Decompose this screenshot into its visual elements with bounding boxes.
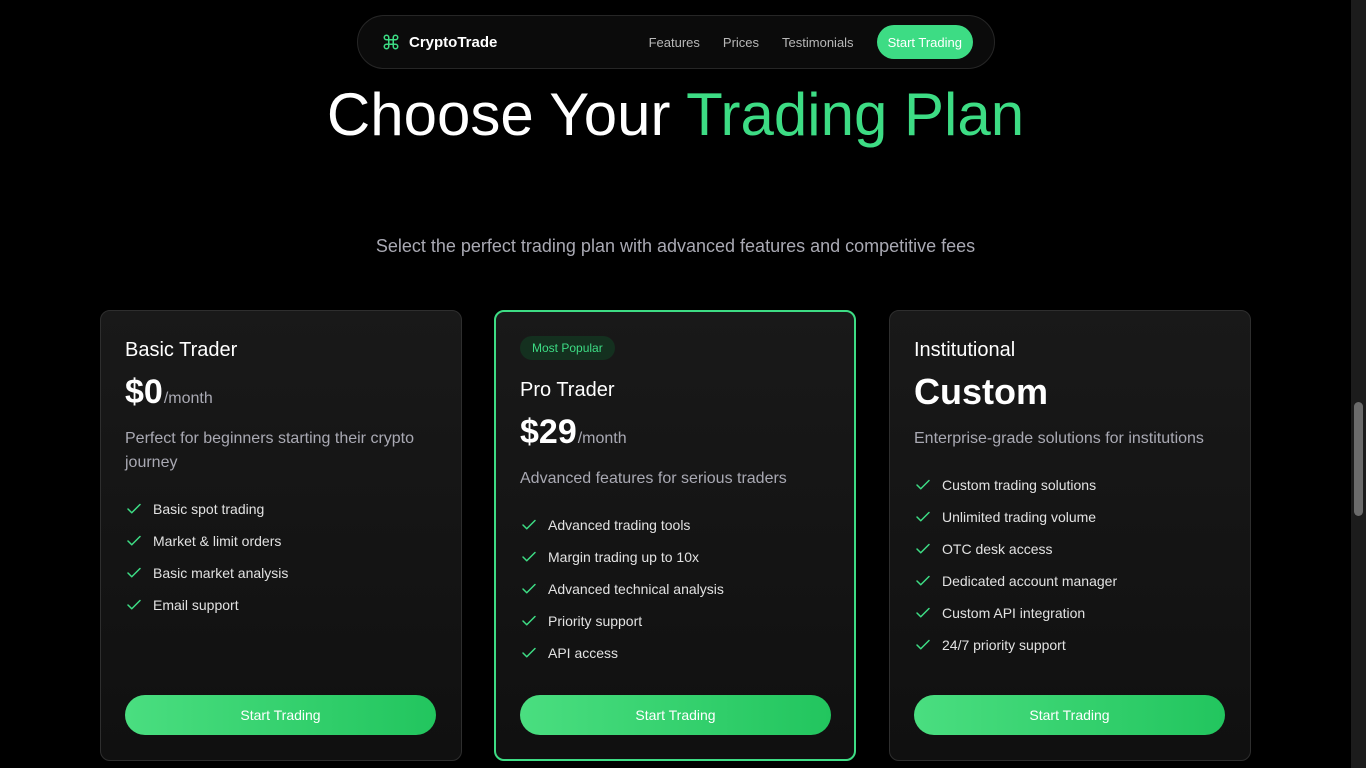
check-icon	[914, 540, 932, 558]
check-icon	[914, 476, 932, 494]
feature-text: Advanced trading tools	[548, 517, 691, 533]
check-icon	[914, 636, 932, 654]
check-icon	[125, 564, 143, 582]
check-icon	[520, 644, 538, 662]
price-row: $29 /month	[520, 413, 627, 452]
plan-price: $29	[520, 413, 577, 451]
check-icon	[520, 580, 538, 598]
check-icon	[125, 596, 143, 614]
feature-text: API access	[548, 645, 619, 661]
page-title: Choose Your Trading Plan	[0, 84, 1351, 146]
brand[interactable]: CryptoTrade	[381, 32, 497, 52]
nav-link-features[interactable]: Features	[649, 35, 700, 50]
feature-item: Priority support	[520, 605, 724, 637]
feature-item: Advanced technical analysis	[520, 573, 724, 605]
feature-text: Priority support	[548, 613, 643, 629]
nav-link-testimonials[interactable]: Testimonials	[782, 35, 854, 50]
feature-list: Basic spot trading Market & limit orders…	[125, 493, 288, 621]
check-icon	[914, 604, 932, 622]
feature-text: Custom trading solutions	[942, 477, 1097, 493]
feature-text: Basic spot trading	[153, 501, 265, 517]
feature-list: Advanced trading tools Margin trading up…	[520, 509, 724, 669]
feature-text: Unlimited trading volume	[942, 509, 1097, 525]
feature-item: 24/7 priority support	[914, 629, 1117, 661]
top-nav: CryptoTrade Features Prices Testimonials…	[357, 15, 995, 69]
check-icon	[125, 500, 143, 518]
plan-price: $0	[125, 373, 163, 411]
plan-period: /month	[577, 430, 627, 447]
feature-text: OTC desk access	[942, 541, 1053, 557]
plan-card-pro: Most Popular Pro Trader $29 /month Advan…	[494, 310, 856, 761]
price-row: Custom	[914, 371, 1048, 413]
plan-description: Perfect for beginners starting their cry…	[125, 430, 415, 471]
feature-item: Custom trading solutions	[914, 469, 1117, 501]
plan-description: Enterprise-grade solutions for instituti…	[914, 430, 1204, 447]
plan-card-institutional: Institutional Custom Enterprise-grade so…	[889, 310, 1251, 761]
plan-description: Advanced features for serious traders	[520, 470, 787, 487]
institutional-start-trading-button[interactable]: Start Trading	[914, 695, 1225, 735]
basic-start-trading-button[interactable]: Start Trading	[125, 695, 436, 735]
scrollbar-thumb[interactable]	[1354, 402, 1363, 516]
feature-text: Advanced technical analysis	[548, 581, 724, 597]
feature-item: Email support	[125, 589, 288, 621]
feature-text: Market & limit orders	[153, 533, 282, 549]
feature-item: OTC desk access	[914, 533, 1117, 565]
plan-name: Institutional	[914, 339, 1016, 361]
feature-text: Margin trading up to 10x	[548, 549, 699, 565]
feature-text: Basic market analysis	[153, 565, 289, 581]
feature-item: Margin trading up to 10x	[520, 541, 724, 573]
feature-item: Unlimited trading volume	[914, 501, 1117, 533]
price-row: $0 /month	[125, 373, 213, 412]
feature-item: Custom API integration	[914, 597, 1117, 629]
feature-list: Custom trading solutions Unlimited tradi…	[914, 469, 1117, 661]
most-popular-badge: Most Popular	[520, 336, 615, 360]
plan-period: /month	[163, 390, 213, 407]
pro-start-trading-button[interactable]: Start Trading	[520, 695, 831, 735]
command-icon	[381, 32, 401, 52]
check-icon	[520, 516, 538, 534]
plan-price: Custom	[914, 371, 1048, 412]
feature-item: Basic market analysis	[125, 557, 288, 589]
feature-item: Dedicated account manager	[914, 565, 1117, 597]
plan-card-basic: Basic Trader $0 /month Perfect for begin…	[100, 310, 462, 761]
nav-start-trading-button[interactable]: Start Trading	[876, 25, 973, 59]
check-icon	[520, 612, 538, 630]
feature-item: Advanced trading tools	[520, 509, 724, 541]
brand-name: CryptoTrade	[409, 33, 498, 51]
plan-name: Basic Trader	[125, 339, 238, 361]
check-icon	[125, 532, 143, 550]
plan-name: Pro Trader	[520, 379, 615, 401]
scrollbar-track[interactable]	[1351, 0, 1366, 768]
title-accent-part: Trading Plan	[686, 81, 1025, 148]
feature-text: Custom API integration	[942, 605, 1086, 621]
page: CryptoTrade Features Prices Testimonials…	[0, 0, 1366, 768]
check-icon	[914, 572, 932, 590]
feature-item: Market & limit orders	[125, 525, 288, 557]
nav-links: Features Prices Testimonials Start Tradi…	[649, 25, 973, 59]
feature-text: Dedicated account manager	[942, 573, 1118, 589]
feature-text: 24/7 priority support	[942, 637, 1066, 653]
feature-item: Basic spot trading	[125, 493, 288, 525]
check-icon	[914, 508, 932, 526]
feature-item: API access	[520, 637, 724, 669]
nav-link-prices[interactable]: Prices	[723, 35, 759, 50]
check-icon	[520, 548, 538, 566]
page-subtitle: Select the perfect trading plan with adv…	[375, 236, 976, 256]
feature-text: Email support	[153, 597, 239, 613]
title-white-part: Choose Your	[326, 81, 687, 148]
